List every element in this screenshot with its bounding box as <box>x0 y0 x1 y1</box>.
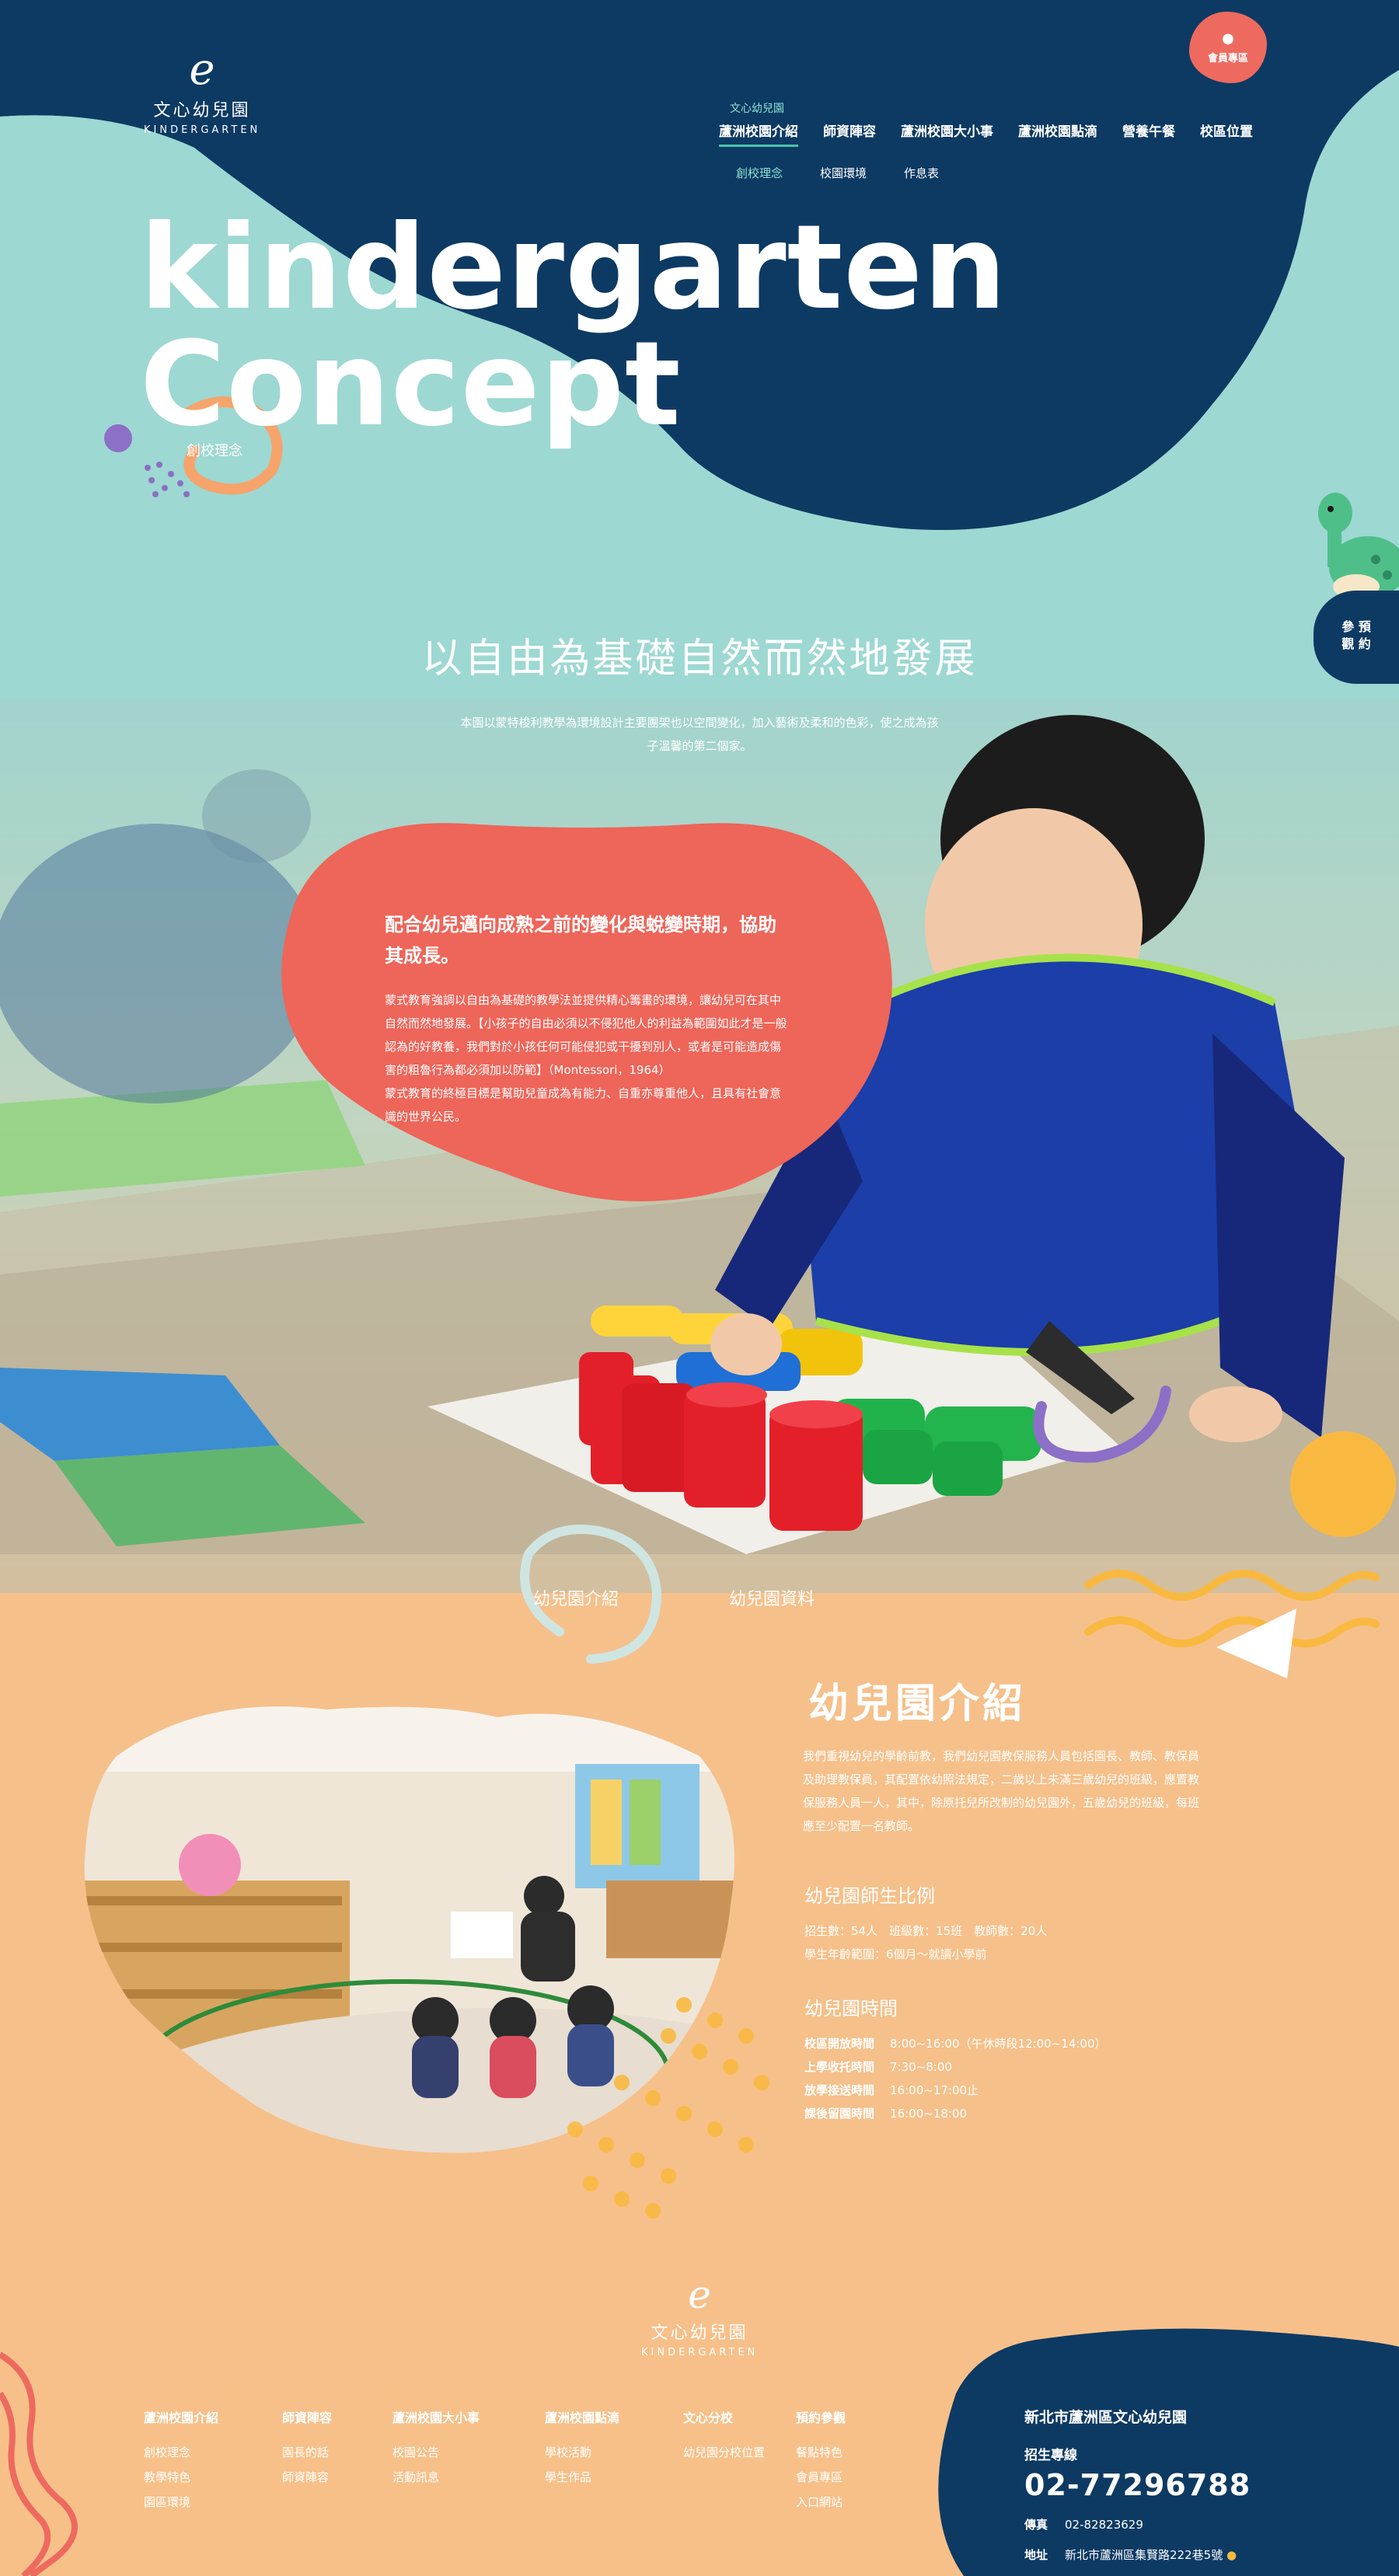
nav-label: 蘆洲校園介紹 <box>719 124 798 140</box>
intro-title: 幼兒園介紹 <box>808 1681 1027 1727</box>
footer-col-campus-intro: 蘆洲校園介紹 創校理念 教學特色 園區環境 <box>144 2407 282 2515</box>
hours-title: 幼兒園時間 <box>804 1998 898 2020</box>
hero-subtitle: 創校理念 <box>187 443 242 459</box>
logo-mark: e <box>189 44 215 95</box>
footer-link[interactable]: 師資陣容 <box>282 2465 392 2490</box>
ratio-title: 幼兒園師生比例 <box>804 1885 935 1907</box>
hours-value: 7:30~8:00 <box>890 2060 952 2074</box>
footer-link[interactable]: 學校活動 <box>545 2440 683 2465</box>
footer-col-campus-news: 蘆洲校園大小事 校園公告 活動訊息 <box>392 2407 545 2515</box>
logo-subtitle: KINDERGARTEN <box>144 124 261 136</box>
site-logo[interactable]: e 文心幼兒園 KINDERGARTEN <box>144 44 261 137</box>
footer-col-campus-moments: 蘆洲校園點滴 學校活動 學生作品 <box>545 2407 683 2515</box>
main-nav: 文心幼兒園 蘆洲校園介紹 師資陣容 蘆洲校園大小事 蘆洲校園點滴 營養午餐 校區… <box>719 103 1278 147</box>
hours-list: 校區開放時間 8:00~16:00（午休時段12:00~14:00） 上學收托時間… <box>804 2032 1107 2125</box>
address-row: 地址 新北市蘆洲區集賢路222巷5號 ● <box>1024 2546 1366 2563</box>
hours-key: 放學接送時間 <box>804 2083 875 2097</box>
ratio-line-2: 學生年齡範圍：6個月～就讀小學前 <box>804 1947 987 1961</box>
hours-value: 8:00~16:00（午休時段12:00~14:00） <box>890 2037 1107 2051</box>
footer-link[interactable]: 活動訊息 <box>392 2465 545 2490</box>
hours-key: 課後留園時間 <box>804 2107 875 2121</box>
tab-kindergarten-info[interactable]: 幼兒園資料 <box>729 1585 815 1610</box>
footer-link[interactable]: 創校理念 <box>144 2440 282 2465</box>
nav-item-campus-intro[interactable]: 文心幼兒園 蘆洲校園介紹 <box>719 103 798 147</box>
subnav-item-concept[interactable]: 創校理念 <box>736 165 783 181</box>
nav-item-campus-moments[interactable]: 蘆洲校園點滴 <box>1018 120 1097 147</box>
ratio-line-1: 招生數：54人 班級數：15班 教師數：20人 <box>804 1924 1048 1938</box>
hours-row: 放學接送時間 16:00~17:00止 <box>804 2079 1107 2102</box>
hours-row: 課後留園時間 16:00~18:00 <box>804 2102 1107 2125</box>
footer-links: 蘆洲校園介紹 創校理念 教學特色 園區環境 師資陣容 園長的話 師資陣容 蘆洲校… <box>144 2407 889 2515</box>
footer-logo-name: 文心幼兒園 <box>651 2323 748 2343</box>
ratio-body: 招生數：54人 班級數：15班 教師數：20人 學生年齡範圍：6個月～就讀小學前 <box>804 1919 1047 1966</box>
footer-logo-subtitle: KINDERGARTEN <box>641 2347 759 2358</box>
fax-label: 傳真 <box>1024 2518 1048 2532</box>
footer-link[interactable]: 幼兒園分校位置 <box>683 2440 796 2465</box>
concept-card-body: 蒙式教育強調以自由為基礎的教學法並提供精心籌畫的環境，讓幼兒可在其中自然而然地發… <box>385 993 787 1077</box>
intro-body: 我們重視幼兒的學齡前教，我們幼兒園教保服務人員包括園長、教師、教保員及助理教保員… <box>803 1749 1200 1833</box>
hotline-phone[interactable]: 02-77296788 <box>1024 2468 1366 2502</box>
sub-nav: 創校理念 校園環境 作息表 <box>736 165 976 181</box>
footer-col-teachers: 師資陣容 園長的話 師資陣容 <box>282 2407 392 2515</box>
nav-overline: 文心幼兒園 <box>730 103 784 115</box>
footer-col-heading[interactable]: 文心分校 <box>683 2407 796 2426</box>
hours-row: 校區開放時間 8:00~16:00（午休時段12:00~14:00） <box>804 2032 1107 2055</box>
fax-row: 傳真 02-82823629 <box>1024 2516 1366 2532</box>
footer-col-heading[interactable]: 蘆洲校園點滴 <box>545 2407 683 2426</box>
fax-number: 02-82823629 <box>1065 2518 1143 2532</box>
dinosaur-mascot <box>1318 493 1399 599</box>
map-pin-icon[interactable]: ● <box>1226 2548 1237 2562</box>
concept-description: 本園以蒙特梭利教學為環境設計主要團架也以空間變化，加入藝術及柔和的色彩，使之成為… <box>460 716 939 753</box>
footer-col-heading[interactable]: 蘆洲校園大小事 <box>392 2407 545 2426</box>
concept-card: 配合幼兒邁向成熟之前的變化與蛻變時期，協助其成長。 蒙式教育強調以自由為基礎的教… <box>385 909 789 1128</box>
nav-item-campus-news[interactable]: 蘆洲校園大小事 <box>901 120 993 147</box>
hours-value: 16:00~18:00 <box>890 2107 968 2121</box>
address-text: 新北市蘆洲區集賢路222巷5號 <box>1065 2548 1223 2562</box>
concept-card-title: 配合幼兒邁向成熟之前的變化與蛻變時期，協助其成長。 <box>385 914 776 967</box>
hours-row: 上學收托時間 7:30~8:00 <box>804 2055 1107 2079</box>
footer-link[interactable]: 園區環境 <box>144 2490 282 2515</box>
footer-col-heading[interactable]: 預約參觀 <box>796 2407 889 2426</box>
nav-item-lunch[interactable]: 營養午餐 <box>1122 120 1175 147</box>
nav-item-teachers[interactable]: 師資陣容 <box>823 120 876 147</box>
nav-item-location[interactable]: 校區位置 <box>1200 120 1253 147</box>
hours-key: 上學收托時間 <box>804 2060 875 2074</box>
footer-contact: 新北市蘆洲區文心幼兒園 招生專線 02-77296788 傳真 02-828236… <box>1024 2406 1366 2563</box>
tab-kindergarten-intro[interactable]: 幼兒園介紹 <box>533 1585 619 1610</box>
subnav-item-schedule[interactable]: 作息表 <box>904 165 939 181</box>
footer-link[interactable]: 園長的話 <box>282 2440 392 2465</box>
footer-link[interactable]: 校園公告 <box>392 2440 545 2465</box>
footer-link[interactable]: 餐點特色 <box>796 2440 889 2465</box>
footer-link[interactable]: 會員專區 <box>796 2465 889 2490</box>
logo-name: 文心幼兒園 <box>153 101 251 120</box>
footer-logo-mark: e <box>688 2272 711 2317</box>
footer-col-booking: 預約參觀 餐點特色 會員專區 入口網站 <box>796 2407 889 2515</box>
member-area-button[interactable]: ● 會員專區 <box>1189 12 1267 83</box>
footer-logo[interactable]: e 文心幼兒園 KINDERGARTEN <box>641 2275 758 2358</box>
footer-col-heading[interactable]: 師資陣容 <box>282 2407 392 2426</box>
concept-card-body-2: 蒙式教育的終極目標是幫助兒童成為有能力、自重亦尊重他人，且具有社會意識的世界公民… <box>385 1086 782 1124</box>
hours-key: 校區開放時間 <box>804 2037 875 2051</box>
user-icon: ● <box>1222 30 1234 47</box>
member-area-label: 會員專區 <box>1207 53 1248 64</box>
hotline-label: 招生專線 <box>1024 2448 1077 2463</box>
concept-title: 以自由為基礎自然而然地發展 <box>421 636 978 682</box>
address-label: 地址 <box>1024 2548 1048 2562</box>
subnav-item-environment[interactable]: 校園環境 <box>820 165 867 181</box>
hero-title-line1: kindergarten <box>140 200 1007 336</box>
footer-link[interactable]: 學生作品 <box>545 2465 683 2490</box>
hours-value: 16:00~17:00止 <box>890 2083 979 2097</box>
footer-col-branches: 文心分校 幼兒園分校位置 <box>683 2407 796 2515</box>
footer-link[interactable]: 教學特色 <box>144 2465 282 2490</box>
footer-link[interactable]: 入口網站 <box>796 2490 889 2515</box>
hero-title-line2: Concept <box>140 317 682 452</box>
school-name: 新北市蘆洲區文心幼兒園 <box>1024 2409 1188 2426</box>
footer-col-heading[interactable]: 蘆洲校園介紹 <box>144 2407 282 2426</box>
